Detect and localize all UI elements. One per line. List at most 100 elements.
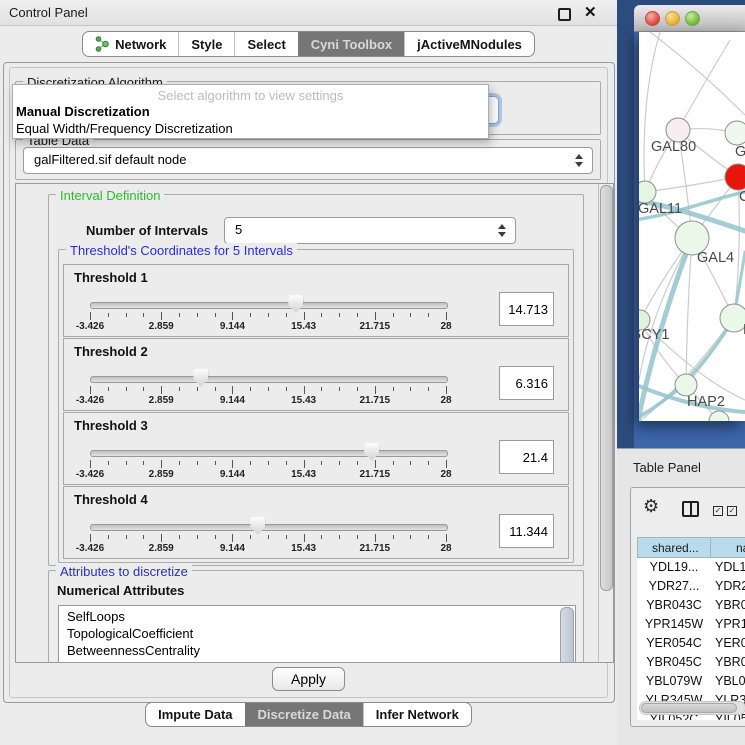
slider-tick-labels: -3.4262.8599.14415.4321.71528 xyxy=(90,469,446,481)
bottom-tab-label: Discretize Data xyxy=(258,707,351,722)
bottom-tabbar: Impute Data Discretize Data Infer Network xyxy=(0,702,617,727)
table-cell-name[interactable]: YBR04 xyxy=(715,598,745,612)
tab-select[interactable]: Select xyxy=(234,32,297,56)
table-cell-shared-name[interactable]: YER054C xyxy=(637,636,711,650)
threshold-value-field[interactable]: 21.4 xyxy=(499,440,554,474)
number-of-intervals-spinner[interactable]: 5 xyxy=(224,217,516,244)
tick-label: -3.426 xyxy=(76,321,104,332)
tab-label: Select xyxy=(247,37,285,52)
interval-definition-title: Interval Definition xyxy=(56,188,164,203)
tick-label: 21.715 xyxy=(360,321,391,332)
table-cell-shared-name[interactable]: YPR145W xyxy=(637,617,711,631)
network-node-c[interactable] xyxy=(725,164,745,190)
tick-label: 15.43 xyxy=(291,469,316,480)
network-window-titlebar[interactable] xyxy=(634,5,745,32)
bottom-tab-infer-network[interactable]: Infer Network xyxy=(363,703,471,726)
threshold-slider-thumb[interactable] xyxy=(364,443,379,461)
apply-button[interactable]: Apply xyxy=(272,667,345,691)
window-close-button[interactable] xyxy=(645,11,660,26)
network-node-label: GCY1 xyxy=(639,327,670,343)
network-edge[interactable] xyxy=(650,32,745,115)
slider-ticks xyxy=(90,460,446,469)
threshold-value-field[interactable]: 11.344 xyxy=(499,514,554,548)
network-node-ga[interactable] xyxy=(725,121,745,145)
split-columns-icon[interactable] xyxy=(682,501,699,517)
dropdown-option-manual-discretization[interactable]: Manual Discretization xyxy=(16,104,150,119)
thresholds-group-title: Threshold's Coordinates for 5 Intervals xyxy=(66,243,297,258)
table-hscrollbar-track[interactable] xyxy=(639,701,745,715)
network-edge[interactable] xyxy=(678,40,730,130)
tab-jactivemnodules[interactable]: jActiveMNodules xyxy=(404,32,534,56)
network-node-label: HAP2 xyxy=(687,394,725,410)
network-node-gal11[interactable] xyxy=(639,181,656,203)
window-zoom-button[interactable] xyxy=(685,11,700,26)
table-cell-name[interactable]: YBR04 xyxy=(715,655,745,669)
column-header-shared-name[interactable]: shared... xyxy=(637,537,711,558)
settings-scrollbar-track[interactable] xyxy=(598,184,613,662)
table-cell-shared-name[interactable]: YBL079W xyxy=(637,674,711,688)
attribute-item-topologicalcoefficient[interactable]: TopologicalCoefficient xyxy=(67,626,193,641)
table-cell-shared-name[interactable]: YDL19... xyxy=(637,560,711,574)
table-hscrollbar-thumb[interactable] xyxy=(641,703,737,713)
settings-gear-icon[interactable]: ⚙ xyxy=(643,496,659,517)
tab-network[interactable]: Network xyxy=(83,32,178,56)
table-cell-name[interactable]: YPR14 xyxy=(715,617,745,631)
spinner-arrows-icon xyxy=(498,223,508,238)
attribute-item-betweennesscentrality[interactable]: BetweennessCentrality xyxy=(67,643,200,658)
network-node-label: C xyxy=(739,189,745,205)
threshold-label: Threshold 2 xyxy=(74,344,148,359)
table-data-combobox[interactable]: galFiltered.sif default node xyxy=(23,147,593,174)
close-icon[interactable]: ✕ xyxy=(584,3,597,21)
checked-box-icon[interactable]: ✓ xyxy=(727,506,737,516)
table-cell-name[interactable]: YBL07 xyxy=(715,674,745,688)
tab-cyni-toolbox[interactable]: Cyni Toolbox xyxy=(298,32,404,56)
network-node-label: GAL11 xyxy=(639,201,682,217)
threshold-slider-thumb[interactable] xyxy=(250,517,265,535)
table-cell-shared-name[interactable]: YDR27... xyxy=(637,579,711,593)
table-cell-name[interactable]: YDL19 xyxy=(715,560,745,574)
tick-label: 28 xyxy=(440,395,451,406)
threshold-slider-track[interactable] xyxy=(90,376,448,383)
table-cell-shared-name[interactable]: YBR043C xyxy=(637,598,711,612)
checked-box-icon[interactable]: ✓ xyxy=(713,506,723,516)
numerical-attributes-label: Numerical Attributes xyxy=(57,583,184,598)
slider-tick-labels: -3.4262.8599.14415.4321.71528 xyxy=(90,321,446,333)
threshold-slider-track[interactable] xyxy=(90,450,448,457)
tab-style[interactable]: Style xyxy=(178,32,234,56)
dropdown-option-equal-width-frequency-discretization[interactable]: Equal Width/Frequency Discretization xyxy=(16,121,233,136)
threshold-slider-thumb[interactable] xyxy=(288,295,303,313)
threshold-label: Threshold 3 xyxy=(74,418,148,433)
network-edge[interactable] xyxy=(644,32,660,192)
attributes-list: SelfLoops TopologicalCoefficient Betweenne… xyxy=(58,605,576,663)
bottom-tab-discretize-data[interactable]: Discretize Data xyxy=(245,703,363,726)
threshold-slider-thumb[interactable] xyxy=(193,369,208,387)
tick-label: 2.859 xyxy=(149,395,174,406)
threshold-value-field[interactable]: 14.713 xyxy=(499,292,554,326)
table-cell-name[interactable]: YER05 xyxy=(715,636,745,650)
tab-label: Network xyxy=(115,37,166,52)
network-node-hap2[interactable] xyxy=(675,374,697,396)
threshold-panel-2: Threshold 2-3.4262.8599.14415.4321.71528… xyxy=(63,338,569,411)
slider-ticks xyxy=(90,386,446,395)
dropdown-placeholder: Select algorithm to view settings xyxy=(13,88,488,103)
threshold-value-field[interactable]: 6.316 xyxy=(499,366,554,400)
float-window-icon[interactable] xyxy=(558,8,571,21)
column-header-name[interactable]: na xyxy=(711,537,745,558)
network-edge[interactable] xyxy=(645,177,738,192)
threshold-slider-track[interactable] xyxy=(90,302,448,309)
table-cell-name[interactable]: YDR27 xyxy=(715,579,745,593)
top-tab-group: Network Style Select Cyni ToolboxjActiveMNo… xyxy=(82,31,535,57)
network-view-canvas[interactable]: GAL80GACGAL11GAL4GCY1HHAP2 xyxy=(639,32,745,421)
settings-scrollbar-thumb[interactable] xyxy=(600,185,613,591)
attributes-list-scrollbar[interactable] xyxy=(560,607,574,663)
threshold-slider-track[interactable] xyxy=(90,524,448,531)
control-panel: Control Panel ✕ NetworkStyleSelectCyni T… xyxy=(0,0,617,745)
slider-ticks xyxy=(90,312,446,321)
tick-label: -3.426 xyxy=(76,543,104,554)
table-cell-shared-name[interactable]: YBR045C xyxy=(637,655,711,669)
network-node-h[interactable] xyxy=(720,304,745,332)
window-minimize-button[interactable] xyxy=(665,11,680,26)
bottom-tab-impute-data[interactable]: Impute Data xyxy=(146,703,244,726)
attribute-item-selfloops[interactable]: SelfLoops xyxy=(67,609,125,624)
tick-label: -3.426 xyxy=(76,395,104,406)
